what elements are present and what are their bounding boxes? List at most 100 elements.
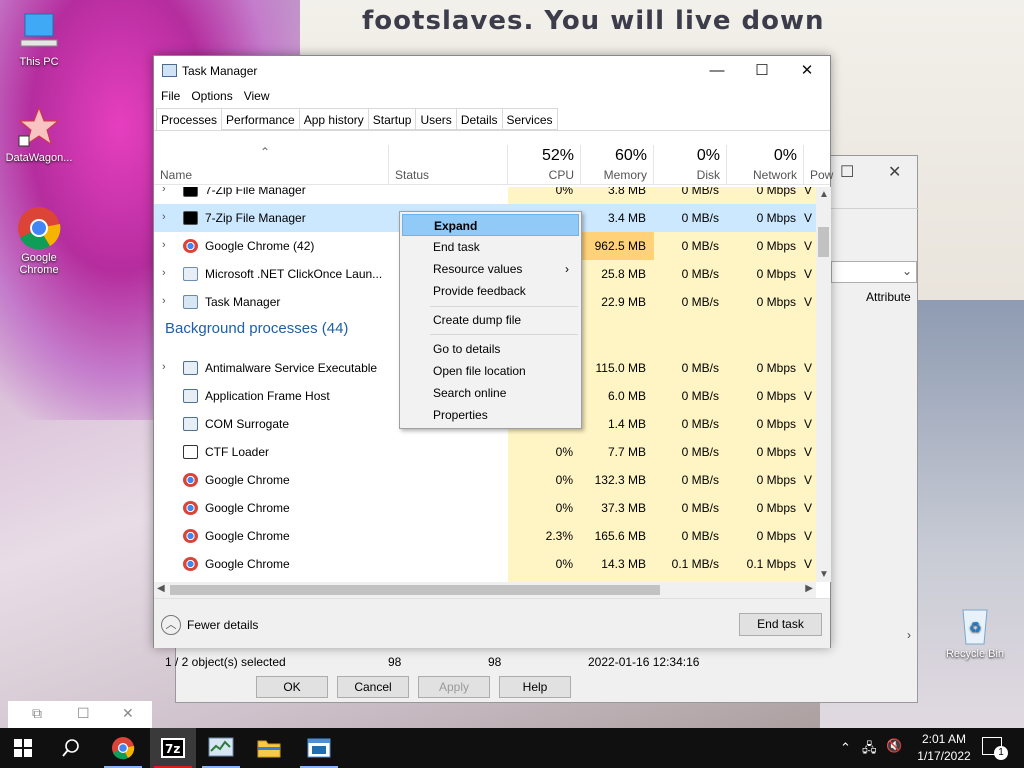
column-name[interactable]: ⌃ Name (154, 145, 389, 185)
menu-item-properties[interactable]: Properties (402, 404, 579, 426)
chevron-right-icon[interactable]: › (162, 239, 166, 251)
taskbar-task-manager[interactable] (198, 728, 244, 768)
taskbar-file-explorer[interactable] (246, 728, 292, 768)
7zip-icon (183, 187, 198, 197)
maximize-icon[interactable]: ☐ (77, 705, 90, 722)
svg-text:♻: ♻ (969, 620, 982, 636)
disk-cell: 0 MB/s (681, 473, 719, 487)
7zip-icon: 7z (161, 738, 185, 758)
tab-details[interactable]: Details (455, 108, 503, 130)
chevron-right-icon[interactable]: › (162, 187, 166, 195)
column-status[interactable]: Status (389, 145, 508, 185)
tab-performance[interactable]: Performance (221, 108, 300, 130)
cancel-button[interactable]: Cancel (337, 676, 409, 698)
volume-muted-icon[interactable]: 🔇 (886, 738, 902, 754)
column-memory[interactable]: 60% Memory (581, 145, 654, 185)
desktop-icon-google-chrome[interactable]: Google Chrome (1, 206, 77, 276)
minimize-button[interactable]: — (694, 56, 740, 86)
maximize-button[interactable]: ☐ (739, 56, 785, 86)
menu-item-resource-values[interactable]: Resource values › (402, 258, 579, 280)
minimize-icon[interactable]: ☐ (840, 162, 854, 182)
tab-processes[interactable]: Processes (156, 108, 223, 130)
memory-cell: 37.3 MB (601, 501, 646, 515)
close-icon[interactable]: ✕ (888, 162, 901, 182)
search-button[interactable] (48, 728, 94, 768)
scroll-thumb[interactable] (818, 227, 829, 257)
process-name: Antimalware Service Executable (205, 361, 378, 375)
tab-services[interactable]: Services (501, 108, 558, 130)
process-name: COM Surrogate (205, 417, 290, 431)
end-task-button[interactable]: End task (739, 613, 822, 636)
table-row[interactable]: Google Chrome 0% 14.3 MB 0.1 MB/s 0.1 Mbps V (154, 550, 816, 578)
horizontal-scrollbar[interactable]: ◀ ▶ (154, 582, 816, 598)
menu-item-go-to-details[interactable]: Go to details (402, 338, 579, 360)
menu-item-create-dump-file[interactable]: Create dump file (402, 309, 579, 331)
taskbar: 7z ⌃ 🖧 🔇 2:01 AM 1/17/2022 1 (0, 728, 1024, 768)
datawagon-icon (17, 106, 61, 150)
table-row[interactable]: CTF Loader 0% 7.7 MB 0 MB/s 0 Mbps V (154, 438, 816, 466)
dropdown[interactable]: ⌄ (831, 261, 917, 283)
close-icon[interactable]: ✕ (122, 705, 134, 722)
disk-cell: 0.1 MB/s (671, 557, 719, 571)
power-cell: V (804, 445, 813, 459)
chevron-right-icon[interactable]: › (162, 211, 166, 223)
menu-options[interactable]: Options (190, 86, 238, 108)
chrome-icon (183, 557, 198, 571)
desktop-icon-this-pc[interactable]: This PC (1, 10, 77, 68)
task-manager-icon (162, 64, 177, 77)
chrome-icon (17, 206, 61, 250)
taskbar-chrome[interactable] (100, 728, 146, 768)
chevron-right-icon: › (565, 262, 569, 276)
vertical-scrollbar[interactable]: ▲ ▼ (816, 187, 831, 582)
network-icon[interactable]: 🖧 (862, 739, 877, 761)
menu-file[interactable]: File (160, 86, 186, 108)
close-button[interactable]: ✕ (784, 56, 830, 86)
clock-time[interactable]: 2:01 AM (912, 732, 976, 746)
menu-item-open-file-location[interactable]: Open file location (402, 360, 579, 382)
start-button[interactable] (0, 728, 46, 768)
mini-window[interactable]: ⧉ ☐ ✕ (8, 701, 152, 728)
desktop-icon-recycle-bin[interactable]: ♻ Recycle Bin (937, 602, 1013, 660)
title-bar[interactable]: Task Manager — ☐ ✕ (154, 56, 830, 86)
menu-view[interactable]: View (243, 86, 276, 108)
help-button[interactable]: Help (499, 676, 571, 698)
tab-app-history[interactable]: App history (298, 108, 369, 130)
menu-item-end-task[interactable]: End task (402, 236, 579, 258)
desktop-icon-datawagon[interactable]: DataWagon... (1, 106, 77, 164)
memory-cell: 1.4 MB (607, 417, 646, 431)
taskbar-7zip[interactable]: 7z (150, 728, 196, 768)
column-network[interactable]: 0% Network (727, 145, 804, 185)
process-name: Google Chrome (205, 473, 290, 487)
clock-date[interactable]: 1/17/2022 (912, 749, 976, 763)
chevron-right-icon[interactable]: › (162, 267, 166, 279)
table-row[interactable]: › 7-Zip File Manager 0% 3.8 MB 0 MB/s 0 Mbps V (154, 187, 816, 204)
chevron-right-icon[interactable]: › (162, 295, 166, 307)
power-cell: V (804, 295, 813, 309)
table-row[interactable]: Google Chrome 0% 37.3 MB 0 MB/s 0 Mbps V (154, 494, 816, 522)
hscroll-thumb[interactable] (170, 585, 660, 595)
fewer-details-link[interactable]: Fewer details (187, 618, 258, 632)
ok-button[interactable]: OK (256, 676, 328, 698)
process-name: Google Chrome (205, 501, 290, 515)
tab-users[interactable]: Users (415, 108, 457, 130)
menu-item-search-online[interactable]: Search online (402, 382, 579, 404)
taskbar-app[interactable] (296, 728, 342, 768)
menu-item-provide-feedback[interactable]: Provide feedback (402, 280, 579, 302)
restore-icon[interactable]: ⧉ (32, 705, 42, 722)
scroll-right[interactable]: › (831, 626, 917, 646)
column-cpu[interactable]: 52% CPU (508, 145, 581, 185)
apply-button[interactable]: Apply (418, 676, 490, 698)
table-row[interactable]: Google Chrome 0% 132.3 MB 0 MB/s 0 Mbps V (154, 466, 816, 494)
collapse-chevron-icon[interactable]: ︿ (161, 615, 181, 635)
column-name-label: Name (160, 168, 193, 182)
network-cell: 0 Mbps (756, 267, 796, 281)
chrome-icon (183, 473, 198, 487)
chevron-right-icon[interactable]: › (162, 361, 166, 373)
chevron-up-icon[interactable]: ⌃ (840, 740, 851, 756)
menu-item-expand[interactable]: Expand (402, 214, 579, 236)
column-power[interactable]: Pow (804, 145, 833, 185)
desktop-icon-label: Recycle Bin (945, 648, 1005, 660)
tab-startup[interactable]: Startup (367, 108, 417, 130)
column-disk[interactable]: 0% Disk (654, 145, 727, 185)
table-row[interactable]: Google Chrome 2.3% 165.6 MB 0 MB/s 0 Mbps V (154, 522, 816, 550)
